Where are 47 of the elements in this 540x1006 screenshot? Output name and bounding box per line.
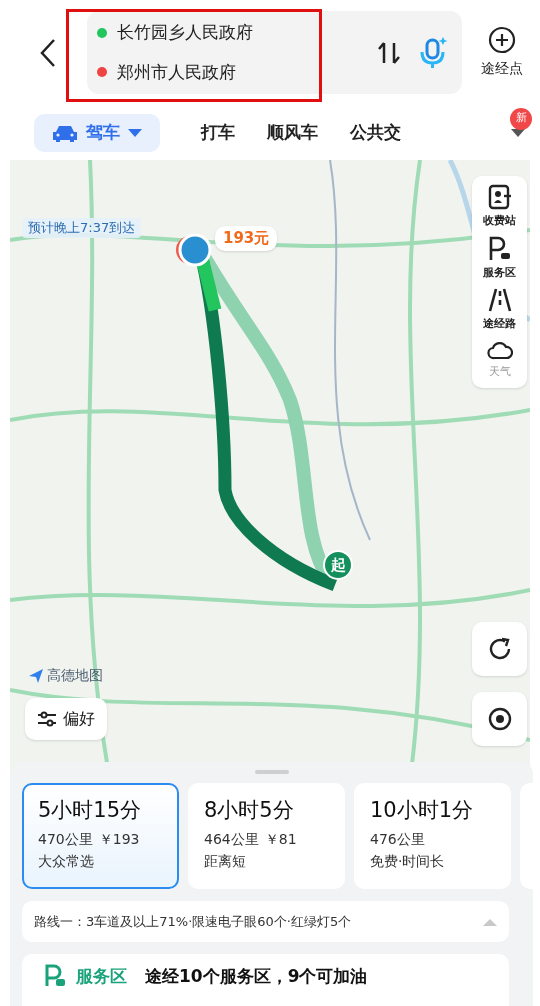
location-field[interactable]: 郑州市人民政府 [117, 59, 236, 85]
refresh-button[interactable] [472, 622, 527, 676]
location-field[interactable]: 长竹园乡人民政府 [117, 20, 253, 46]
microphone-icon[interactable] [418, 35, 448, 70]
preference-button[interactable]: 偏好 [25, 698, 107, 740]
route-distance: 476公里 [370, 829, 425, 849]
logo-icon [28, 667, 44, 684]
route-duration: 8小时5分 [204, 797, 295, 824]
road-icon [486, 287, 513, 313]
destination-marker [174, 232, 212, 268]
eta-label: 预计晚上7:37到达 [22, 218, 142, 238]
route-tag: 距离短 [204, 850, 343, 872]
map-tool-button[interactable]: 途经路 [483, 287, 516, 333]
route-duration: 10小时1分 [370, 797, 475, 824]
toll-label: 193元 [215, 226, 278, 251]
mode-tab[interactable]: 顺风车 [251, 113, 334, 152]
route-tag: 免费·时间长 [370, 850, 509, 872]
plus-icon [488, 26, 516, 54]
route-cost: ￥81 [264, 829, 297, 849]
route-info-bar[interactable]: 路线一：3车道及以上71%·限速电子眼60个·红绿灯5个 [22, 901, 509, 942]
logo-text: 高德地图 [47, 666, 103, 685]
sliders-icon [37, 711, 57, 727]
locate-icon [486, 706, 513, 732]
new-badge: 新 [510, 107, 532, 130]
route-tag: 大众常选 [38, 850, 177, 872]
caret-icon [128, 128, 142, 137]
route-duration: 5小时15分 [38, 797, 143, 824]
route-option-card[interactable]: 5小时15分 470公里 ￥193 大众常选 [22, 783, 179, 889]
mode-tab[interactable]: 驾车 [34, 113, 160, 152]
service-area-icon [44, 964, 68, 988]
route-distance: 470公里 [38, 829, 93, 849]
back-icon[interactable] [38, 37, 58, 68]
drag-handle[interactable] [254, 770, 289, 774]
service-area-summary: 途经10个服务区，9个可加油 [145, 965, 368, 988]
toll-booth-icon [486, 184, 513, 210]
mode-tab[interactable]: 公共交 [334, 113, 417, 152]
route-cost: ￥193 [98, 829, 140, 849]
route-option-card[interactable]: 8小时5分 464公里 ￥81 距离短 [188, 783, 345, 889]
locate-button[interactable] [472, 692, 527, 746]
route-info-text: 路线一：3车道及以上71%·限速电子眼60个·红绿灯5个 [34, 912, 353, 931]
route-distance: 464公里 [204, 829, 259, 849]
service-area-label: 服务区 [76, 965, 127, 988]
map-tool-button[interactable]: 服务区 [483, 235, 516, 281]
map-tool-button[interactable]: 收费站 [483, 184, 516, 230]
mode-tab[interactable]: 打车 [185, 113, 251, 152]
route-option-card[interactable]: 10小时1分 476公里 免费·时间长 [354, 783, 511, 889]
add-stop-button[interactable]: 途经点 [472, 26, 532, 79]
